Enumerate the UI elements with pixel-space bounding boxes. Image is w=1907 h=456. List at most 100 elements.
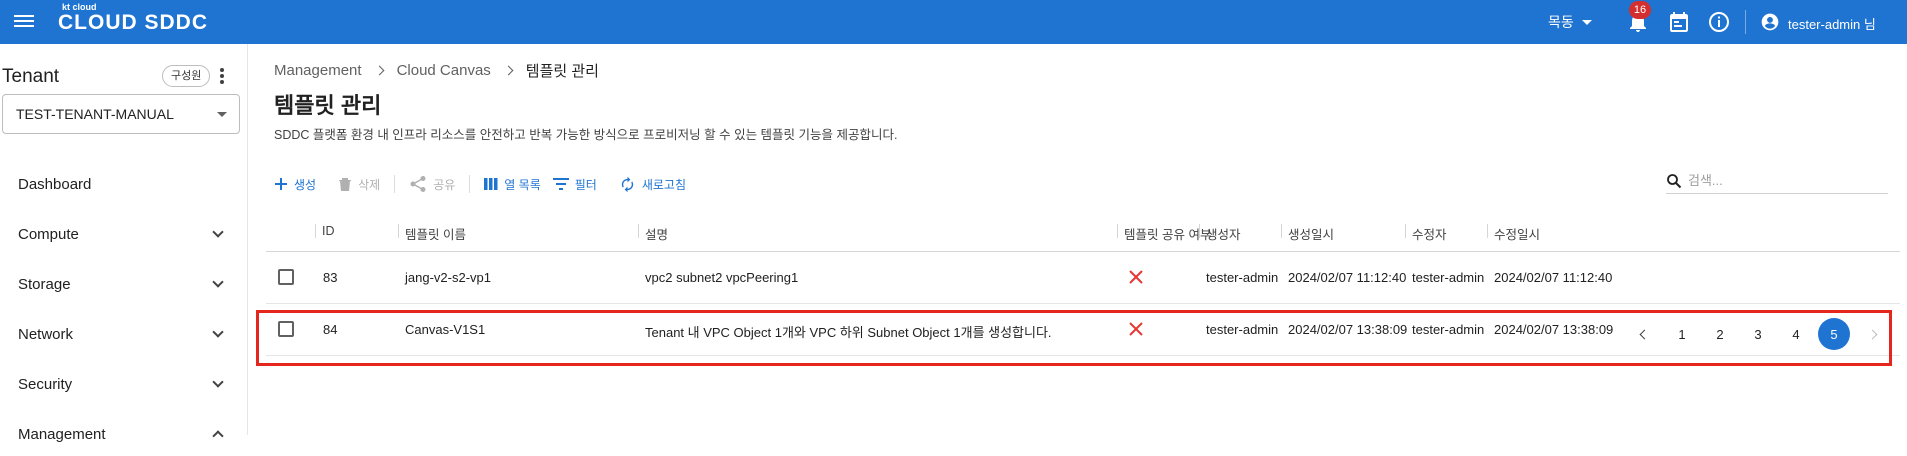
page-4-button[interactable]: 4 <box>1777 318 1815 350</box>
row-checkbox[interactable] <box>278 269 294 285</box>
logo[interactable]: kt cloud CLOUD SDDC <box>58 3 208 34</box>
page-description: SDDC 플랫폼 환경 내 인프라 리소스를 안전하고 반복 가능한 방식으로 … <box>274 128 898 142</box>
sidebar-item-label: Compute <box>18 225 79 243</box>
sidebar-item-management[interactable]: Management <box>0 412 246 456</box>
user-menu[interactable]: tester-admin 님 <box>1760 12 1876 35</box>
columns-label: 열 목록 <box>504 177 541 192</box>
info-icon[interactable] <box>1707 10 1731 34</box>
page-title: 템플릿 관리 <box>274 93 382 118</box>
page-5-button[interactable]: 5 <box>1815 318 1853 350</box>
refresh-button[interactable]: 새로고침 <box>619 176 686 193</box>
sidebar-item-security[interactable]: Security <box>0 362 246 406</box>
sidebar-item-label: Storage <box>18 275 71 293</box>
toolbar-divider <box>394 175 396 193</box>
sidebar-item-storage[interactable]: Storage <box>0 262 246 306</box>
tenant-select-value: TEST-TENANT-MANUAL <box>16 106 174 122</box>
page-number-current: 5 <box>1818 318 1850 350</box>
sidebar-item-label: Network <box>18 325 74 343</box>
cell-modifier: tester-admin <box>1412 322 1485 337</box>
columns-button[interactable]: 열 목록 <box>484 176 541 193</box>
sidebar-item-network[interactable]: Network <box>0 312 246 356</box>
column-separator <box>1405 224 1406 238</box>
search-icon <box>1667 173 1682 188</box>
top-app-bar: kt cloud CLOUD SDDC 목동 16 tester-admin 님 <box>0 0 1907 44</box>
create-button[interactable]: 생성 <box>274 176 316 193</box>
filter-label: 필터 <box>574 177 597 192</box>
chevron-right-icon <box>374 65 385 76</box>
breadcrumb-cloud-canvas[interactable]: Cloud Canvas <box>397 62 491 79</box>
region-label: 목동 <box>1548 14 1574 30</box>
header-id[interactable]: ID <box>322 224 335 238</box>
main-content: Management Cloud Canvas 템플릿 관리 템플릿 관리 SD… <box>249 44 1907 435</box>
next-page-button[interactable] <box>1853 318 1891 350</box>
page-number: 4 <box>1792 326 1800 342</box>
breadcrumb-current: 템플릿 관리 <box>525 63 599 80</box>
chevron-down-icon <box>212 226 224 238</box>
delete-label: 삭제 <box>358 177 381 192</box>
header-description[interactable]: 설명 <box>645 224 668 243</box>
row-checkbox[interactable] <box>278 321 294 337</box>
header-name[interactable]: 템플릿 이름 <box>405 224 466 243</box>
region-selector[interactable]: 목동 <box>1548 12 1592 32</box>
close-icon <box>1129 322 1143 336</box>
cell-id: 84 <box>323 322 338 337</box>
sidebar-item-label: Management <box>18 425 106 443</box>
page-number: 1 <box>1678 326 1686 342</box>
column-separator <box>315 224 316 238</box>
hamburger-menu-icon[interactable] <box>14 12 34 32</box>
calendar-icon[interactable] <box>1667 10 1691 34</box>
header-modifier[interactable]: 수정자 <box>1412 224 1447 243</box>
tenant-select[interactable]: TEST-TENANT-MANUAL <box>2 94 240 134</box>
close-icon <box>1129 270 1143 284</box>
refresh-label: 새로고침 <box>641 177 687 192</box>
chevron-right-icon <box>503 65 514 76</box>
cell-modified: 2024/02/07 11:12:40 <box>1494 270 1613 285</box>
page-2-button[interactable]: 2 <box>1701 318 1739 350</box>
sidebar-item-label: Security <box>18 375 73 393</box>
members-button[interactable]: 구성원 <box>162 65 211 87</box>
breadcrumb: Management Cloud Canvas 템플릿 관리 <box>274 60 599 81</box>
view-column-icon <box>484 178 498 190</box>
cell-modified: 2024/02/07 13:38:09 <box>1494 322 1614 337</box>
page-1-button[interactable]: 1 <box>1663 318 1701 350</box>
toolbar: 생성 삭제 공유 열 목록 필터 새로고침 <box>274 172 708 196</box>
prev-page-button[interactable] <box>1625 318 1663 350</box>
tenant-title: Tenant <box>2 66 60 87</box>
sidebar-item-dashboard[interactable]: Dashboard <box>0 162 246 206</box>
table-row[interactable]: 83 jang-v2-s2-vp1 vpc2 subnet2 vpcPeerin… <box>266 252 1900 304</box>
column-separator <box>1281 224 1282 238</box>
cell-id: 83 <box>323 270 338 285</box>
sidebar-item-compute[interactable]: Compute <box>0 212 246 256</box>
filter-button[interactable]: 필터 <box>552 176 597 193</box>
share-button[interactable]: 공유 <box>409 175 455 193</box>
header-created[interactable]: 생성일시 <box>1288 224 1334 243</box>
share-label: 공유 <box>433 177 456 192</box>
share-icon <box>410 176 426 192</box>
cell-description: Tenant 내 VPC Object 1개와 VPC 하위 Subnet Ob… <box>645 325 1052 340</box>
header-creator[interactable]: 생성자 <box>1206 224 1241 243</box>
page-number: 2 <box>1716 326 1724 342</box>
pagination: 1 2 3 4 5 <box>1625 318 1891 350</box>
filter-icon <box>552 178 569 190</box>
cell-creator: tester-admin <box>1206 270 1279 285</box>
chevron-right-icon <box>1867 329 1877 339</box>
page-3-button[interactable]: 3 <box>1739 318 1777 350</box>
more-vert-icon[interactable] <box>219 67 225 85</box>
table-header: ID 템플릿 이름 설명 템플릿 공유 여부 생성자 생성일시 수정자 수정일시 <box>266 210 1900 252</box>
chevron-down-icon <box>212 276 224 288</box>
breadcrumb-management[interactable]: Management <box>274 62 362 79</box>
caret-down-icon <box>217 112 227 117</box>
header-modified[interactable]: 수정일시 <box>1494 224 1540 243</box>
column-separator <box>1487 224 1488 238</box>
sidebar-item-label: Dashboard <box>18 175 92 193</box>
plus-icon <box>275 178 287 190</box>
column-separator <box>638 224 639 238</box>
create-label: 생성 <box>294 177 317 192</box>
account-circle-icon <box>1760 12 1780 35</box>
chevron-up-icon <box>212 430 224 442</box>
chevron-down-icon <box>212 376 224 388</box>
delete-button[interactable]: 삭제 <box>338 176 380 193</box>
search-input[interactable] <box>1688 173 1868 188</box>
toolbar-divider <box>469 175 471 193</box>
column-separator <box>1117 224 1118 238</box>
